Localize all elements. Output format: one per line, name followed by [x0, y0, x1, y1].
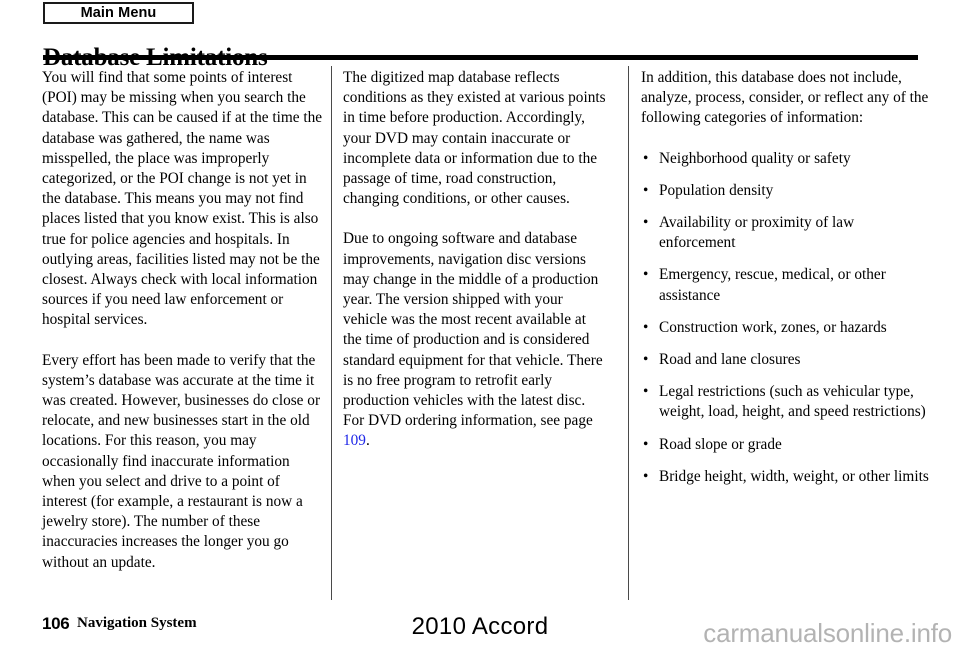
title-divider-rule [43, 55, 918, 60]
list-item: • Legal restrictions (such as vehicular t… [641, 382, 929, 422]
list-item-label: Neighborhood quality or safety [659, 149, 851, 167]
list-item-label: Legal restrictions (such as vehicular ty… [659, 383, 926, 421]
site-watermark: carmanualsonline.info [703, 618, 952, 648]
list-item-label: Population density [659, 181, 774, 199]
page-reference-link[interactable]: 109 [343, 432, 366, 449]
paragraph: The digitized map database reflects cond… [343, 69, 606, 208]
list-item: • Road slope or grade [641, 435, 929, 455]
column-divider-left [331, 66, 332, 600]
bullet-icon: • [643, 318, 649, 336]
bullet-icon: • [643, 181, 649, 199]
main-menu-button[interactable]: Main Menu [43, 2, 194, 24]
paragraph: Every effort has been made to verify tha… [42, 351, 321, 571]
bullet-icon: • [643, 266, 649, 284]
list-item: • Emergency, rescue, medical, or other as… [641, 265, 929, 305]
list-item: • Construction work, zones, or hazards [641, 318, 929, 338]
bullet-icon: • [643, 435, 649, 453]
list-item-label: Emergency, rescue, medical, or other ass… [659, 266, 886, 304]
paragraph-text-before-link: Due to ongoing software and database imp… [343, 230, 603, 430]
bullet-icon: • [643, 149, 649, 167]
list-item: • Bridge height, width, weight, or other … [641, 467, 929, 487]
list-item-label: Construction work, zones, or hazards [659, 318, 887, 336]
paragraph-text-after-link: . [365, 432, 370, 450]
bullet-icon: • [643, 214, 649, 232]
paragraph: Due to ongoing software and database imp… [343, 229, 608, 451]
bullet-icon: • [643, 383, 649, 401]
list-item: • Road and lane closures [641, 350, 929, 370]
bullet-icon: • [643, 467, 649, 485]
list-item-label: Availability or proximity of law enforce… [659, 214, 855, 252]
list-intro-paragraph: In addition, this database does not incl… [641, 69, 929, 127]
list-item: • Population density [641, 181, 929, 201]
excluded-categories-list: • Neighborhood quality or safety • Populat… [641, 149, 929, 487]
content-column-left: You will find that some points of intere… [42, 68, 324, 573]
list-item-label: Bridge height, width, weight, or other l… [659, 467, 929, 485]
content-column-right: In addition, this database does not incl… [641, 68, 929, 487]
bullet-icon: • [643, 351, 649, 369]
paragraph: You will find that some points of intere… [42, 69, 323, 329]
list-item: • Availability or proximity of law enforc… [641, 213, 929, 253]
main-menu-label: Main Menu [80, 5, 157, 21]
list-item: • Neighborhood quality or safety [641, 149, 929, 169]
content-column-middle: The digitized map database reflects cond… [343, 68, 608, 452]
column-divider-right [628, 66, 629, 600]
list-item-label: Road slope or grade [659, 435, 782, 453]
list-item-label: Road and lane closures [659, 351, 801, 369]
